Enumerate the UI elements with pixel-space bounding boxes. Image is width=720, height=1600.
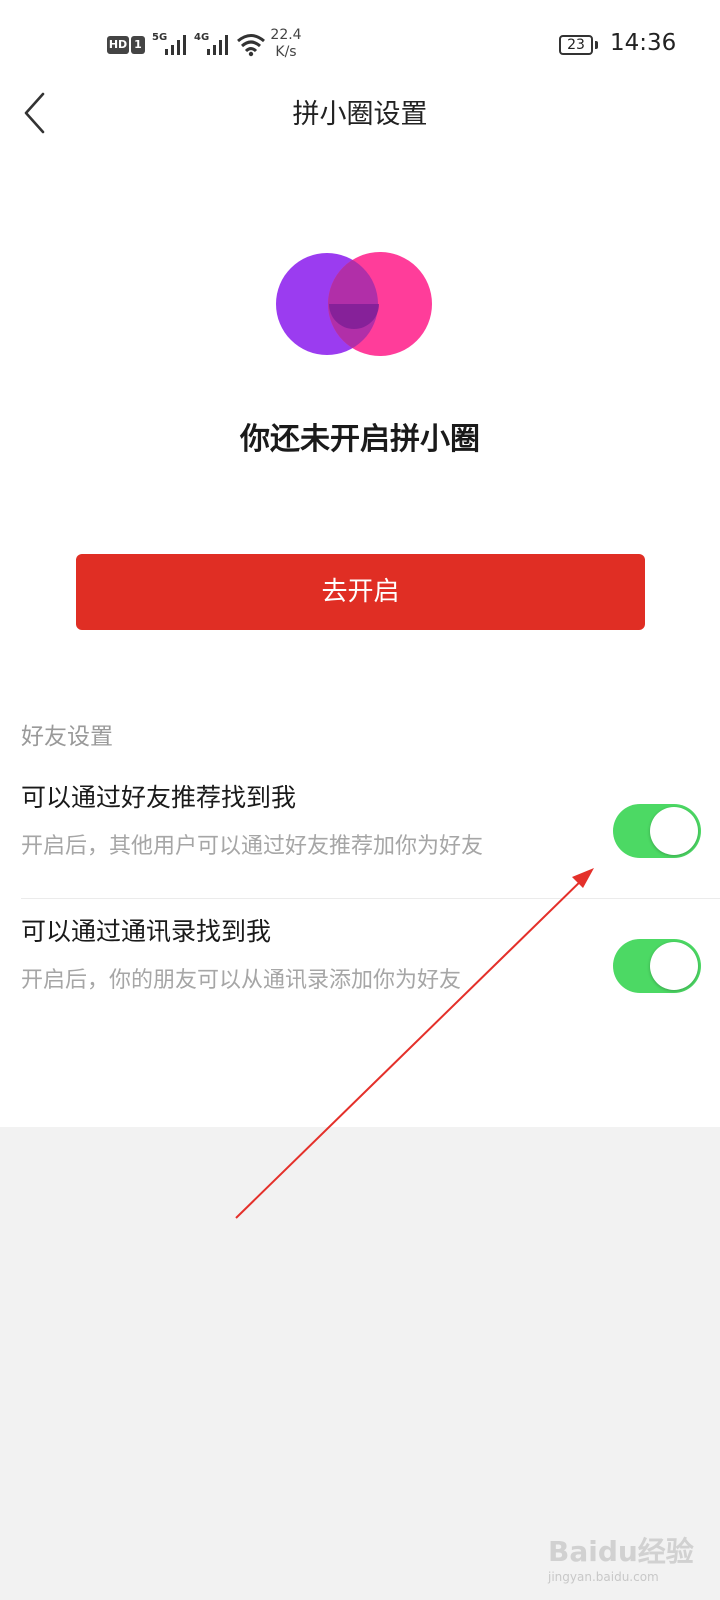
enable-button[interactable]: 去开启 [76,554,645,630]
toggle-knob [650,942,698,990]
section-title-friend-settings: 好友设置 [21,724,113,750]
network-speed-value: 22.4 [270,27,302,43]
hd-badge: HD [107,36,129,54]
setting-description: 开启后，你的朋友可以从通讯录添加你为好友 [21,968,462,993]
watermark-main: Baidu经验 [548,1535,694,1568]
setting-description: 开启后，其他用户可以通过好友推荐加你为好友 [21,834,484,859]
network-speed-unit: K/s [275,44,297,60]
watermark: Baidu经验 jingyan.baidu.com [548,1530,708,1590]
setting-row-friend-recommend: 可以通过好友推荐找到我 开启后，其他用户可以通过好友推荐加你为好友 [0,778,720,906]
battery-tip [595,41,598,49]
setting-row-contacts: 可以通过通讯录找到我 开启后，你的朋友可以从通讯录添加你为好友 [0,912,720,1040]
status-time: 14:36 [610,30,677,56]
toggle-friend-recommend[interactable] [613,804,701,858]
signal-bars-icon [165,35,186,55]
status-headline: 你还未开启拼小圈 [240,422,480,457]
watermark-sub: jingyan.baidu.com [548,1570,659,1584]
pinxiaoquan-logo-icon [276,252,432,356]
status-bar: HD 1 5G 4G 22.4 K/s 23 14:36 [0,0,720,90]
page-title: 拼小圈设置 [292,99,428,130]
setting-title: 可以通过通讯录找到我 [21,917,272,946]
signal-bars-icon [207,35,228,55]
toggle-knob [650,807,698,855]
battery-icon: 23 [559,35,593,55]
wifi-icon [237,34,265,57]
setting-title: 可以通过好友推荐找到我 [21,783,297,812]
sim-badge: 1 [131,36,145,54]
toggle-contacts[interactable] [613,939,701,993]
divider [21,898,720,899]
screen: HD 1 5G 4G 22.4 K/s 23 14:36 拼小圈设置 你还未开启… [0,0,720,1600]
network-speed: 22.4 K/s [268,27,304,61]
